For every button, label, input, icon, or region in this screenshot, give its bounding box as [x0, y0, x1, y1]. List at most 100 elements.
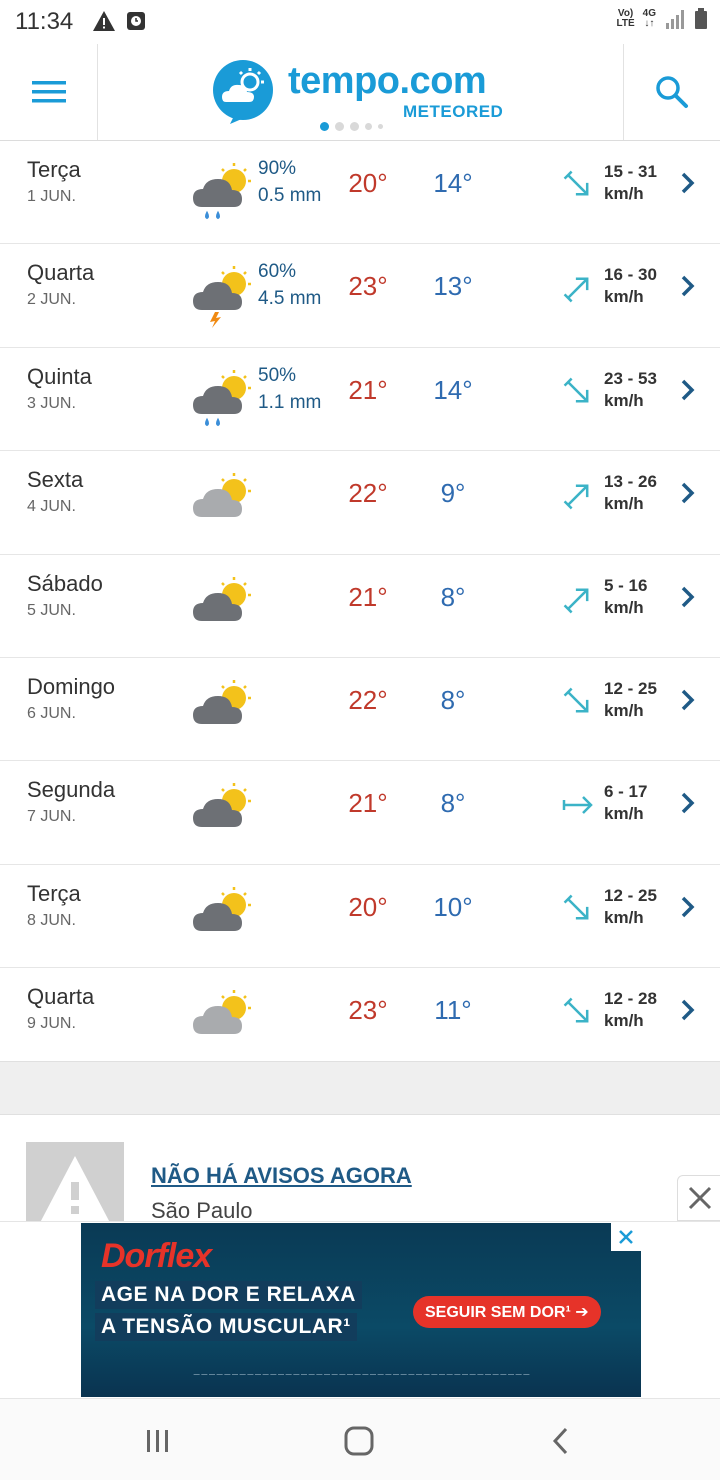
search-button[interactable]: [623, 44, 720, 140]
forecast-date: 6 JUN.: [27, 704, 76, 722]
forecast-row[interactable]: Quarta 9 JUN. 23° 11° 12 - 28 km/h: [0, 968, 720, 1072]
wind-direction-arrow-icon: [560, 167, 596, 203]
weather-alert-card[interactable]: NÃO HÁ AVISOS AGORA São Paulo: [0, 1116, 720, 1223]
wind-speed-unit: km/h: [604, 700, 644, 720]
chevron-right-icon[interactable]: [678, 893, 698, 921]
page-dot: [350, 122, 359, 131]
recent-apps-button[interactable]: [138, 1421, 178, 1461]
temp-min: 14°: [433, 168, 473, 198]
precip-amount: 0.5 mm: [258, 185, 322, 206]
wind-direction-arrow-icon: [560, 581, 596, 617]
search-icon: [656, 76, 688, 108]
warning-icon: [93, 11, 115, 31]
home-icon: [344, 1426, 374, 1456]
wind-speed-unit: km/h: [604, 1011, 644, 1031]
weather-cloud-rain-sun-icon: [190, 157, 256, 223]
ad-dismiss-button[interactable]: [611, 1223, 641, 1251]
chevron-right-icon[interactable]: [678, 686, 698, 714]
wind-speed-range: 13 - 26: [604, 472, 657, 492]
wind-speed: 5 - 16 km/h: [604, 575, 647, 619]
forecast-day: Sábado: [27, 570, 103, 596]
wind-speed-range: 12 - 28: [604, 989, 657, 1009]
page-dot: [335, 122, 344, 131]
back-button[interactable]: [541, 1421, 581, 1461]
ad-container: Dorflex AGE NA DOR E RELAXA A TENSÃO MUS…: [0, 1221, 720, 1397]
temp-min: 10°: [433, 891, 473, 922]
chevron-right-icon[interactable]: [678, 789, 698, 817]
chevron-right-icon[interactable]: [678, 996, 698, 1024]
wind-speed: 16 - 30 km/h: [604, 264, 657, 308]
alert-title-link[interactable]: NÃO HÁ AVISOS AGORA: [151, 1163, 412, 1189]
forecast-row[interactable]: Terça 8 JUN. 20° 10° 12 - 25 km/h: [0, 865, 720, 969]
menu-button[interactable]: [0, 44, 98, 140]
wind-speed-range: 23 - 53: [604, 368, 657, 388]
wind-direction-arrow-icon: [560, 891, 596, 927]
wind-speed-unit: km/h: [604, 287, 644, 307]
wind-direction-arrow-icon: [560, 270, 596, 306]
temp-max: 22°: [348, 684, 388, 715]
forecast-row[interactable]: Quarta 2 JUN. 60% 4.5 mm 23° 13° 16 - 30 km/h: [0, 244, 720, 348]
temp-max: 23°: [348, 271, 388, 302]
ad-cta-button[interactable]: SEGUIR SEM DOR¹ ➔: [413, 1296, 601, 1328]
page-dot: [365, 123, 372, 130]
forecast-row[interactable]: Quinta 3 JUN. 50% 1.1 mm 21° 14° 23 - 53 km/h: [0, 348, 720, 452]
temp-max: 20°: [348, 168, 388, 198]
chevron-right-icon[interactable]: [678, 376, 698, 404]
wind-direction-arrow-icon: [560, 477, 596, 513]
wind-speed-range: 16 - 30: [604, 265, 657, 285]
precipitation: 60% 4.5 mm: [258, 258, 321, 312]
brand-logo[interactable]: tempo.com METEORED: [212, 58, 512, 124]
temp-max: 21°: [348, 581, 388, 612]
forecast-date: 9 JUN.: [27, 1015, 76, 1033]
precip-probability: 90%: [258, 158, 297, 179]
temp-max: 21°: [348, 788, 388, 819]
app-header: tempo.com METEORED: [0, 44, 720, 141]
alarm-app-icon: [127, 12, 145, 30]
chevron-right-icon[interactable]: [678, 583, 698, 611]
brand-name: tempo.com: [288, 60, 487, 102]
forecast-row[interactable]: Segunda 7 JUN. 21° 8° 6 - 17 km/h: [0, 761, 720, 865]
logo-cloud-sun-icon: [213, 60, 273, 124]
wind-speed-range: 15 - 31: [604, 162, 657, 181]
system-navigation-bar: [0, 1398, 720, 1480]
ad-close-button[interactable]: [677, 1175, 720, 1221]
wind-speed: 12 - 25 km/h: [604, 885, 657, 929]
wind-speed: 23 - 53 km/h: [604, 368, 657, 412]
forecast-date: 5 JUN.: [27, 601, 76, 619]
daily-forecast-list: Terça 1 JUN. 90% 0.5 mm 20° 14° 15 - 31 km/h Qua…: [0, 141, 720, 1072]
weather-cloud-sun-dark-icon: [190, 777, 256, 843]
temp-min: 9°: [440, 478, 466, 509]
weather-cloud-storm-sun-icon: [190, 260, 256, 329]
recent-apps-icon: [147, 1430, 168, 1452]
back-icon: [552, 1427, 568, 1455]
forecast-row[interactable]: Domingo 6 JUN. 22° 8° 12 - 25 km/h: [0, 658, 720, 762]
wind-speed-unit: km/h: [604, 597, 644, 617]
hamburger-menu-icon: [31, 81, 66, 103]
forecast-row[interactable]: Sábado 5 JUN. 21° 8° 5 - 16 km/h: [0, 555, 720, 658]
wind-speed-range: 5 - 16: [604, 575, 648, 595]
warning-triangle-icon: [26, 1142, 124, 1222]
ad-banner[interactable]: Dorflex AGE NA DOR E RELAXA A TENSÃO MUS…: [81, 1223, 641, 1397]
wind-speed-unit: km/h: [604, 390, 644, 410]
wind-speed-unit: km/h: [604, 804, 644, 824]
battery-icon: [695, 8, 707, 29]
precip-probability: 50%: [258, 364, 297, 386]
wind-direction-arrow-icon: [560, 374, 596, 410]
chevron-right-icon[interactable]: [678, 272, 698, 300]
weather-cloud-sun-dark-icon: [190, 571, 256, 637]
temp-min: 8°: [440, 684, 466, 715]
ad-fine-print: — — — — — — — — — — — — — — — — — — — — …: [193, 1372, 530, 1378]
close-icon: [619, 1230, 633, 1244]
chevron-right-icon[interactable]: [678, 169, 698, 197]
ad-headline-1: AGE NA DOR E RELAXA: [95, 1281, 362, 1309]
wind-speed: 15 - 31 km/h: [604, 161, 657, 205]
weather-cloud-sun-dark-icon: [190, 881, 256, 947]
forecast-row[interactable]: Terça 1 JUN. 90% 0.5 mm 20° 14° 15 - 31 km/h: [0, 141, 720, 245]
signal-icon: [666, 10, 684, 29]
forecast-row[interactable]: Sexta 4 JUN. 22° 9° 13 - 26 km/h: [0, 451, 720, 555]
chevron-right-icon[interactable]: [678, 479, 698, 507]
status-bar: 11:34 Vo) LTE 4G ↓↑: [0, 0, 720, 44]
page-dot: [378, 124, 383, 129]
forecast-day: Quinta: [27, 363, 92, 389]
home-button[interactable]: [339, 1421, 379, 1461]
